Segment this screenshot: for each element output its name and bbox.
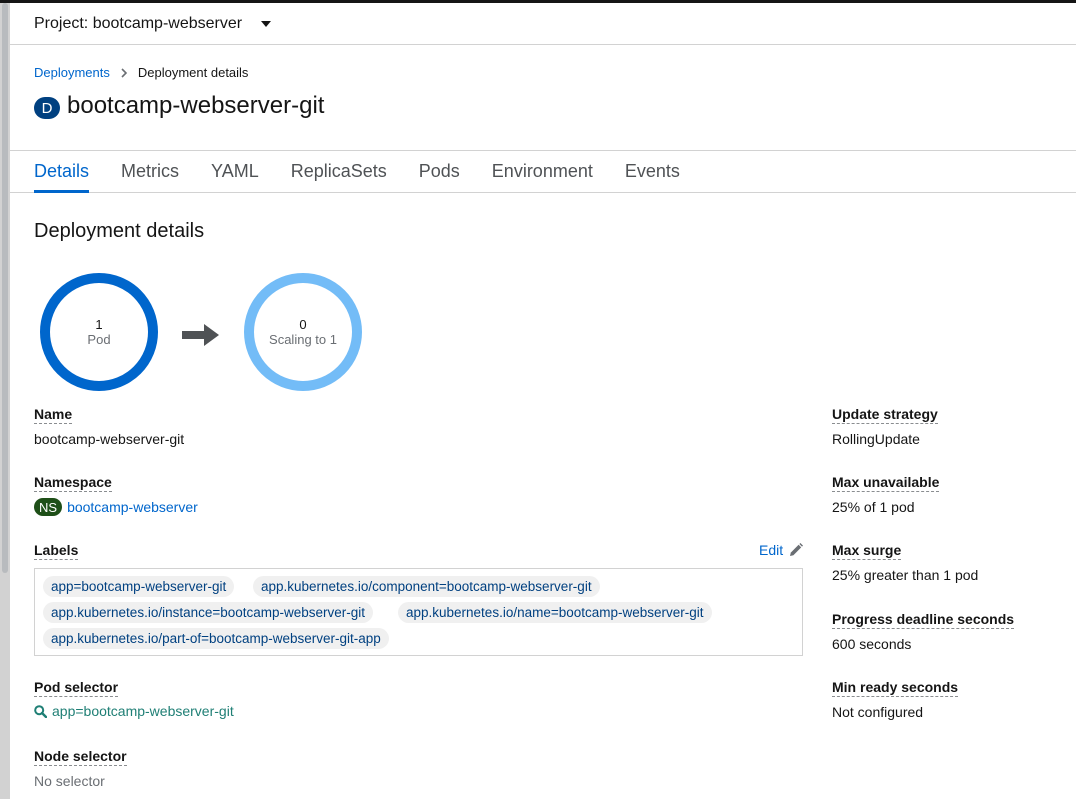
tab-bar: Details Metrics YAML ReplicaSets Pods En… — [10, 150, 1076, 193]
edit-labels-button[interactable]: Edit — [759, 542, 804, 558]
node-selector-value: No selector — [34, 773, 105, 789]
tab-details[interactable]: Details — [34, 151, 90, 193]
update-strategy-value: RollingUpdate — [832, 431, 920, 447]
scaling-count: 0 — [299, 317, 307, 332]
name-label: Name — [34, 406, 73, 424]
min-ready-label: Min ready seconds — [832, 679, 959, 697]
project-dropdown[interactable]: Project: bootcamp-webserver — [34, 14, 272, 33]
tab-environment[interactable]: Environment — [492, 151, 593, 192]
max-surge-value: 25% greater than 1 pod — [832, 567, 979, 583]
project-bar: Project: bootcamp-webserver — [10, 3, 1076, 45]
max-unavailable-value: 25% of 1 pod — [832, 499, 915, 515]
page-heading: D bootcamp-webserver-git — [34, 92, 324, 120]
pod-count-donut[interactable]: 1 Pod — [40, 273, 158, 391]
namespace-link[interactable]: bootcamp-webserver — [67, 499, 198, 515]
label-chip[interactable]: app.kubernetes.io/component=bootcamp-web… — [253, 576, 600, 597]
tab-pods[interactable]: Pods — [419, 151, 460, 192]
update-strategy-label: Update strategy — [832, 406, 938, 424]
pod-selector-value: app=bootcamp-webserver-git — [34, 703, 234, 719]
labels-label: Labels — [34, 542, 79, 560]
search-icon — [34, 704, 47, 718]
pod-count-label: Pod — [87, 332, 111, 347]
project-label: Project: bootcamp-webserver — [34, 14, 243, 32]
pod-count: 1 — [95, 317, 103, 332]
page-title: bootcamp-webserver-git — [67, 92, 325, 119]
section-title: Deployment details — [34, 220, 205, 242]
min-ready-value: Not configured — [832, 704, 924, 720]
breadcrumb-deployments-link[interactable]: Deployments — [34, 65, 110, 80]
namespace-value: NS bootcamp-webserver — [34, 498, 198, 516]
scaling-donut[interactable]: 0 Scaling to 1 — [244, 273, 362, 391]
label-chip[interactable]: app.kubernetes.io/instance=bootcamp-webs… — [43, 602, 374, 623]
pod-selector-link[interactable]: app=bootcamp-webserver-git — [52, 703, 234, 719]
tab-yaml[interactable]: YAML — [211, 151, 259, 192]
namespace-badge: NS — [34, 498, 63, 516]
label-chip[interactable]: app.kubernetes.io/name=bootcamp-webserve… — [398, 602, 712, 623]
deployment-badge: D — [34, 97, 60, 119]
label-chip[interactable]: app=bootcamp-webserver-git — [43, 576, 235, 597]
scaling-label: Scaling to 1 — [269, 332, 337, 347]
node-selector-label: Node selector — [34, 748, 127, 766]
tab-metrics[interactable]: Metrics — [121, 151, 179, 192]
chevron-right-icon — [120, 67, 128, 78]
tab-replicasets[interactable]: ReplicaSets — [291, 151, 387, 192]
label-chip[interactable]: app.kubernetes.io/part-of=bootcamp-webse… — [43, 628, 389, 649]
page-scrollbar[interactable] — [0, 3, 10, 799]
caret-down-icon — [261, 20, 272, 27]
max-unavailable-label: Max unavailable — [832, 474, 940, 492]
name-value: bootcamp-webserver-git — [34, 431, 185, 447]
breadcrumb: Deployments Deployment details — [34, 65, 248, 80]
breadcrumb-current: Deployment details — [137, 65, 249, 80]
tab-events[interactable]: Events — [625, 151, 680, 192]
progress-deadline-value: 600 seconds — [832, 636, 912, 652]
namespace-label: Namespace — [34, 474, 112, 492]
labels-box: app=bootcamp-webserver-git app.kubernete… — [34, 568, 803, 656]
max-surge-label: Max surge — [832, 542, 902, 560]
scrollbar-thumb[interactable] — [2, 3, 8, 573]
edit-label: Edit — [759, 542, 784, 558]
arrow-right-icon — [182, 324, 219, 346]
pencil-icon — [790, 543, 804, 556]
progress-deadline-label: Progress deadline seconds — [832, 611, 1015, 629]
pod-selector-label: Pod selector — [34, 679, 119, 697]
